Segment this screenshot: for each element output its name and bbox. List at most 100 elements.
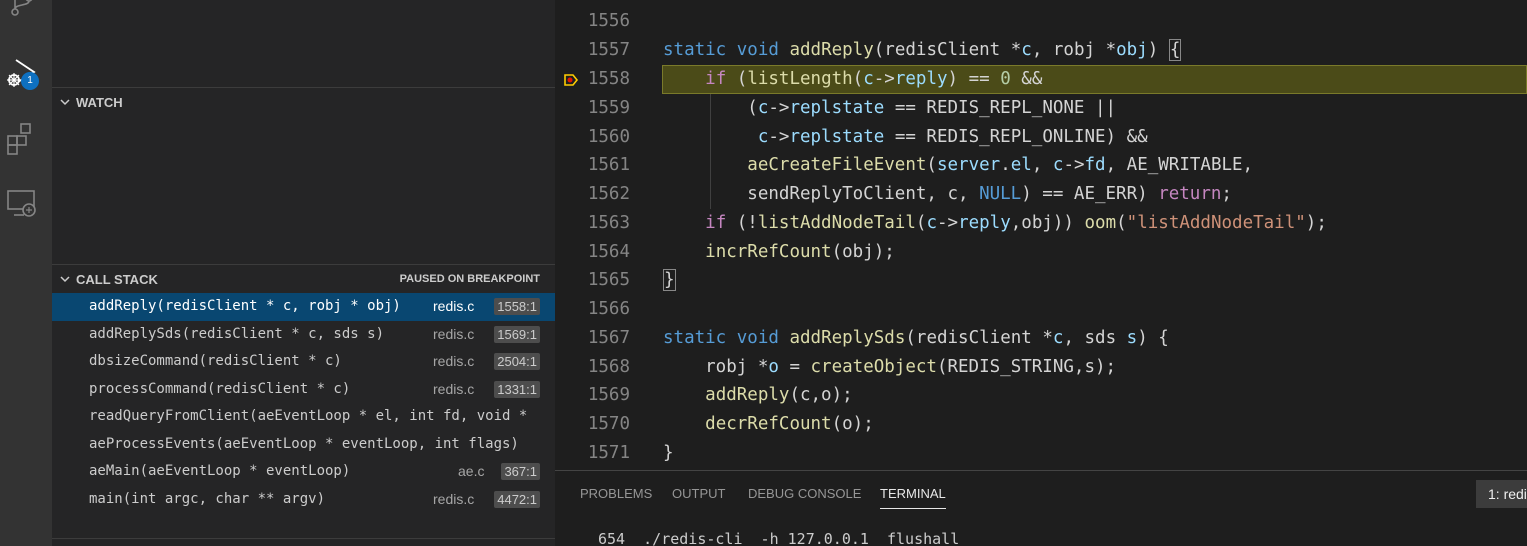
code-line: 1571 } (555, 439, 1527, 468)
frame-line: 1558:1 (494, 298, 540, 315)
section-divider (52, 264, 555, 265)
tab-problems[interactable]: PROBLEMS (580, 486, 652, 501)
tab-debug-console[interactable]: DEBUG CONSOLE (748, 486, 861, 501)
indent-guide (710, 94, 711, 209)
tab-terminal[interactable]: TERMINAL (880, 486, 946, 509)
code-text: sendReplyToClient, c, NULL) == AE_ERR) r… (663, 184, 1232, 204)
line-number: 1561 (587, 155, 630, 175)
terminal-select[interactable]: 1: redis (1476, 480, 1527, 508)
section-divider (52, 87, 555, 88)
stack-frame[interactable]: dbsizeCommand(redisClient * c) redis.c 2… (52, 348, 555, 376)
watch-section-header[interactable]: WATCH (52, 91, 555, 113)
stack-frame[interactable]: aeProcessEvents(aeEventLoop * eventLoop,… (52, 431, 555, 459)
code-text: static void addReplySds(redisClient *c, … (663, 328, 1169, 348)
code-line: 1559 (c->replstate == REDIS_REPL_NONE || (555, 94, 1527, 123)
tab-output[interactable]: OUTPUT (672, 486, 725, 501)
frame-function: readQueryFromClient(aeEventLoop * el, in… (89, 408, 528, 424)
code-text: (c->replstate == REDIS_REPL_NONE || (747, 98, 1117, 118)
code-fragment: } (663, 0, 674, 2)
current-code-line: 1558 if (listLength(c->reply) == 0 && (555, 65, 1527, 94)
code-text: } (663, 0, 674, 2)
code-line: 1570 decrRefCount(o); (555, 410, 1527, 439)
code-line: 1562 sendReplyToClient, c, NULL) == AE_E… (555, 180, 1527, 209)
remote-explorer-icon[interactable] (4, 185, 40, 221)
code-line: 1565 } (555, 266, 1527, 295)
callstack-title: CALL STACK (76, 272, 158, 287)
code-text: if (!listAddNodeTail(c->reply,obj)) oom(… (705, 213, 1327, 233)
frame-line: 2504:1 (494, 353, 540, 370)
line-number: 1562 (587, 184, 630, 204)
code-line: 1566 (555, 295, 1527, 324)
frame-function: main(int argc, char ** argv) (89, 490, 326, 507)
code-editor[interactable]: } 1556 1557 static void addReply(redisCl… (555, 0, 1527, 470)
code-line: 1563 if (!listAddNodeTail(c->reply,obj))… (555, 209, 1527, 238)
frame-file: redis.c (433, 490, 475, 507)
debug-badge: 1 (21, 72, 39, 90)
chevron-down-icon (60, 99, 70, 106)
frame-function: dbsizeCommand(redisClient * c) (89, 353, 342, 369)
extensions-icon[interactable] (4, 120, 40, 156)
code-text: c->replstate == REDIS_REPL_ONLINE) && (757, 127, 1148, 147)
line-number: 1563 (587, 213, 630, 233)
code-line: 1556 (555, 7, 1527, 36)
callstack-list: addReply(redisClient * c, robj * obj) re… (52, 293, 555, 513)
stack-frame[interactable]: addReply(redisClient * c, robj * obj) re… (52, 293, 555, 321)
line-number: 1564 (587, 242, 630, 262)
stack-frame[interactable]: main(int argc, char ** argv) redis.c 447… (52, 486, 555, 514)
source-control-icon[interactable] (4, 0, 40, 22)
stack-frame[interactable]: readQueryFromClient(aeEventLoop * el, in… (52, 403, 555, 431)
frame-function: addReply(redisClient * c, robj * obj) (89, 298, 401, 314)
activity-bar: 1 (0, 0, 52, 546)
code-text: incrRefCount(obj); (705, 242, 895, 262)
frame-function: addReplySds(redisClient * c, sds s) (89, 325, 385, 342)
frame-function: aeProcessEvents(aeEventLoop * eventLoop,… (89, 435, 519, 452)
callstack-section-header[interactable]: CALL STACK PAUSED ON BREAKPOINT (52, 268, 555, 290)
line-number: 1571 (587, 443, 630, 463)
code-text: } (663, 443, 674, 463)
code-text: addReply(c,o); (705, 385, 853, 405)
terminal-output-line: 654 ./redis-cli -h 127.0.0.1 flushall (598, 530, 960, 546)
code-line: 1569 addReply(c,o); (555, 381, 1527, 410)
code-line: 1561 aeCreateFileEvent(server.el, c->fd,… (555, 151, 1527, 180)
code-line: 1567 static void addReplySds(redisClient… (555, 324, 1527, 353)
frame-line: 4472:1 (494, 490, 540, 508)
line-number: 1569 (587, 385, 630, 405)
code-text: aeCreateFileEvent(server.el, c->fd, AE_W… (747, 155, 1254, 175)
line-number: 1568 (587, 357, 630, 377)
line-number: 1560 (587, 127, 630, 147)
frame-function: aeMain(aeEventLoop * eventLoop) (89, 463, 351, 479)
code-line: 1568 robj *o = createObject(REDIS_STRING… (555, 353, 1527, 382)
frame-line: 1569:1 (494, 325, 540, 343)
line-number: 1558 (587, 69, 630, 89)
code-line: 1560 c->replstate == REDIS_REPL_ONLINE) … (555, 123, 1527, 152)
code-text: robj *o = createObject(REDIS_STRING,s); (663, 357, 1117, 377)
frame-function: processCommand(redisClient * c) (89, 380, 351, 397)
callstack-status: PAUSED ON BREAKPOINT (399, 273, 540, 285)
debug-sidebar: WATCH CALL STACK PAUSED ON BREAKPOINT ad… (52, 0, 555, 546)
line-number: 1559 (587, 98, 630, 118)
code-text: if (listLength(c->reply) == 0 && (705, 69, 1043, 89)
chevron-down-icon (60, 276, 70, 283)
section-divider (52, 538, 555, 539)
stack-frame[interactable]: addReplySds(redisClient * c, sds s) redi… (52, 321, 555, 349)
frame-file: redis.c (433, 298, 475, 314)
watch-title: WATCH (76, 95, 123, 110)
frame-file: redis.c (433, 325, 475, 342)
line-number: 1556 (587, 11, 630, 31)
code-line: } (555, 0, 1527, 7)
frame-line: 1331:1 (494, 380, 540, 398)
line-number: 1570 (587, 414, 630, 434)
code-line: 1557 static void addReply(redisClient *c… (555, 36, 1527, 65)
line-number: 1565 (587, 270, 630, 290)
stack-frame[interactable]: aeMain(aeEventLoop * eventLoop) ae.c 367… (52, 458, 555, 486)
stack-frame[interactable]: processCommand(redisClient * c) redis.c … (52, 376, 555, 404)
frame-line: 367:1 (501, 463, 540, 480)
code-text: } (663, 269, 676, 291)
frame-file: redis.c (433, 353, 475, 369)
frame-file: ae.c (458, 463, 485, 479)
code-line: 1564 incrRefCount(obj); (555, 238, 1527, 267)
line-number: 1567 (587, 328, 630, 348)
code-text: decrRefCount(o); (705, 414, 874, 434)
code-text: static void addReply(redisClient *c, rob… (663, 39, 1182, 61)
line-number: 1566 (587, 299, 630, 319)
